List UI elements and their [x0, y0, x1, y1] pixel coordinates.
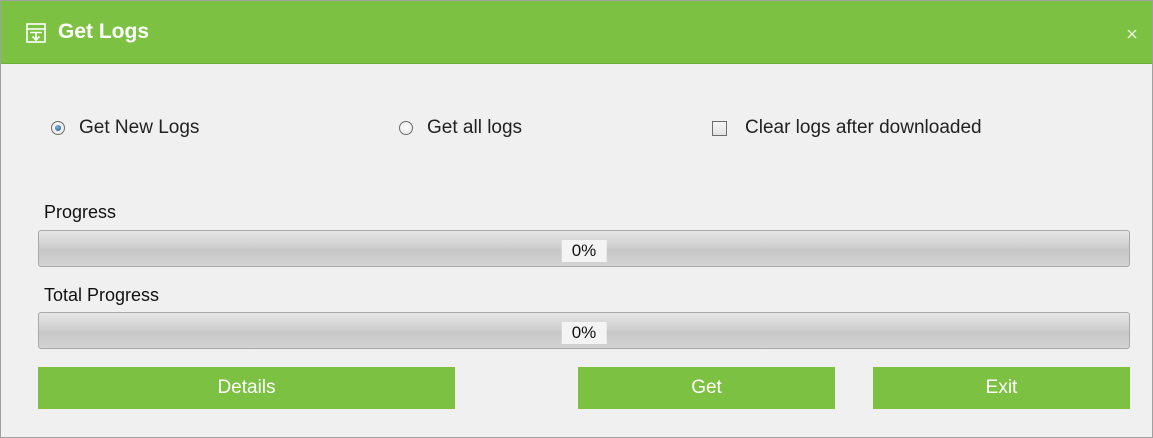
title-bar[interactable]: Get Logs	[1, 1, 1152, 64]
clear-logs-checkbox[interactable]	[712, 120, 727, 136]
clear-logs-option[interactable]: Clear logs after downloaded	[712, 115, 982, 141]
progress-label: Progress	[44, 202, 117, 222]
get-new-logs-label[interactable]: Get New Logs	[79, 117, 199, 139]
get-button[interactable]: Get	[578, 367, 835, 409]
dialog-title: Get Logs	[58, 20, 150, 43]
get-all-logs-option[interactable]: Get all logs	[399, 115, 522, 141]
get-all-logs-label[interactable]: Get all logs	[427, 117, 522, 139]
total-progress-bar: 0%	[38, 312, 1130, 349]
total-progress-percent: 0%	[561, 322, 607, 344]
close-icon[interactable]	[1126, 27, 1138, 39]
get-logs-dialog: Get Logs Get New Logs Get all logs Clear…	[0, 0, 1153, 438]
progress-bar: 0%	[38, 230, 1130, 267]
logs-icon	[26, 23, 46, 43]
get-new-logs-radio[interactable]	[51, 121, 65, 135]
get-all-logs-radio[interactable]	[399, 121, 413, 135]
get-new-logs-option[interactable]: Get New Logs	[51, 115, 199, 141]
exit-button[interactable]: Exit	[873, 367, 1130, 409]
details-button[interactable]: Details	[38, 367, 455, 409]
clear-logs-label[interactable]: Clear logs after downloaded	[745, 117, 982, 139]
progress-percent: 0%	[561, 240, 607, 262]
total-progress-label: Total Progress	[44, 285, 160, 305]
